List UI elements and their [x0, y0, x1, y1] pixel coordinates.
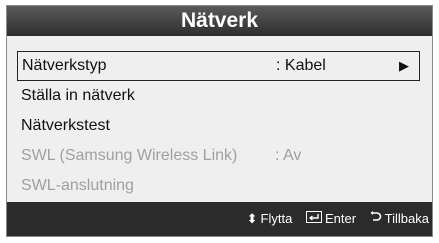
menu-item-network-setup[interactable]: Ställa in nätverk [17, 81, 420, 111]
button-hints: ⬍ Flytta Enter Tillbaka [237, 202, 429, 236]
menu-item-swl: SWL (Samsung Wireless Link) : Av [17, 141, 420, 171]
menu-item-value: : Av [275, 147, 302, 164]
menu-item-network-test[interactable]: Nätverkstest [17, 111, 420, 141]
back-hint-label: Tillbaka [384, 211, 429, 226]
menu-item-network-type[interactable]: Nätverkstyp : Kabel ▶ [17, 51, 420, 81]
menu-item-value: : Kabel [276, 57, 326, 74]
chevron-right-icon: ▶ [399, 58, 409, 73]
up-down-arrow-icon: ⬍ [246, 211, 258, 226]
footer-bar: ⬍ Flytta Enter Tillbaka [7, 202, 432, 236]
back-hint: Tillbaka [370, 202, 429, 236]
enter-icon [305, 202, 322, 236]
move-hint: ⬍ Flytta [247, 202, 293, 236]
menu-item-label: SWL (Samsung Wireless Link) [21, 147, 238, 164]
enter-hint: Enter [305, 202, 357, 236]
menu-item-label: SWL-anslutning [21, 177, 134, 194]
return-icon [370, 202, 382, 236]
menu-item-swl-connection: SWL-anslutning [17, 171, 420, 201]
menu-item-label: Nätverkstyp [22, 57, 107, 74]
menu-item-label: Ställa in nätverk [21, 87, 135, 104]
move-hint-label: Flytta [260, 211, 293, 226]
page-title: Nätverk [7, 6, 432, 36]
network-menu-panel: Nätverk Nätverkstyp : Kabel ▶ Ställa in … [6, 5, 433, 237]
enter-hint-label: Enter [324, 211, 357, 226]
menu-item-label: Nätverkstest [21, 117, 110, 134]
network-menu-list: Nätverkstyp : Kabel ▶ Ställa in nätverk … [17, 51, 420, 201]
